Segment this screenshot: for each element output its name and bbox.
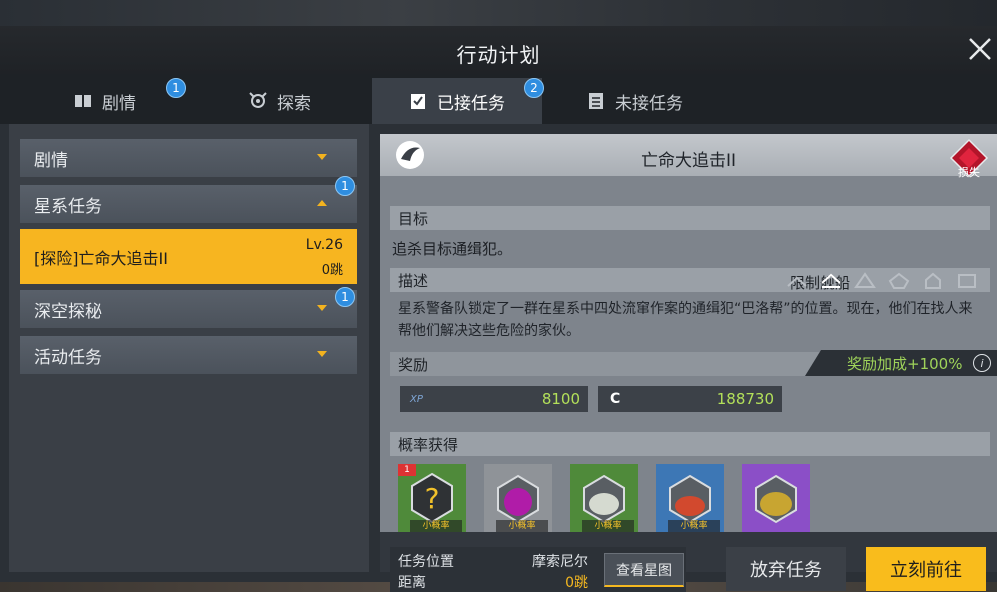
loss-badge: 损失 (949, 138, 989, 182)
quest-level: Lv.26 (305, 237, 343, 253)
quest-jumps: 0跳 (321, 263, 343, 278)
drop-items: ? 1 小概率 小概率 小概率 小概率 (398, 464, 810, 532)
credit-reward: C 188730 (598, 386, 782, 412)
category-story-label: 剧情 (34, 150, 68, 171)
tab-bar: 剧情 1 探索 已接任务 2 未接任务 (0, 74, 997, 124)
drop-item-count: 1 (398, 464, 416, 476)
category-galaxy-label: 星系任务 (34, 196, 102, 217)
ship-class-1-icon (787, 276, 807, 287)
action-plan-window: 行动计划 剧情 1 探索 已接任务 2 未接任务 剧情 星系任务 1 [探险]亡… (0, 26, 997, 592)
reward-bonus-label: 奖励加成+100% (847, 354, 963, 373)
drop-item-tag: 小概率 (668, 520, 720, 532)
tab-unaccepted-label: 未接任务 (615, 93, 683, 114)
tab-story[interactable]: 剧情 (20, 78, 190, 124)
tab-explore-label: 探索 (277, 93, 311, 114)
drop-item-red-ore[interactable]: 小概率 (656, 464, 724, 532)
distance-label: 距离 (398, 575, 426, 591)
category-event-label: 活动任务 (34, 347, 102, 368)
background-strip-top (0, 0, 997, 28)
drops-header-label: 概率获得 (398, 435, 459, 454)
tab-accepted-badge: 2 (524, 78, 544, 98)
tab-accepted[interactable]: 已接任务 (372, 78, 542, 124)
close-button[interactable] (965, 34, 995, 64)
location-box: 任务位置 摩索尼尔 距离 0跳 查看星图 (390, 547, 686, 592)
location-value: 摩索尼尔 (532, 554, 588, 570)
category-deep-space-label: 深空探秘 (34, 301, 102, 322)
window-title: 行动计划 (456, 43, 541, 67)
quest-header: 亡命大追击II 损失 (380, 134, 997, 179)
tab-unaccepted[interactable]: 未接任务 (550, 78, 720, 124)
abandon-quest-button[interactable]: 放弃任务 (726, 547, 846, 591)
ship-class-3-icon (854, 272, 876, 288)
description-header: 描述 限制舰船 (390, 268, 990, 292)
svg-text:?: ? (425, 482, 440, 515)
category-event[interactable]: 活动任务 (20, 336, 357, 374)
quest-category-panel: 剧情 星系任务 1 [探险]亡命大追击II Lv.26 0跳 深空探秘 1 活动… (9, 124, 369, 572)
category-deep-space[interactable]: 深空探秘 (20, 290, 357, 328)
tab-story-label: 剧情 (102, 93, 136, 114)
drop-item-gold-ore[interactable] (742, 464, 810, 532)
category-galaxy-badge: 1 (335, 176, 355, 196)
tab-accepted-label: 已接任务 (437, 93, 505, 114)
xp-icon: XP (410, 393, 423, 405)
loss-label: 损失 (958, 166, 980, 179)
chevron-up-icon (317, 200, 327, 206)
tab-explore[interactable]: 探索 (195, 78, 365, 124)
ship-class-4-icon (888, 272, 910, 289)
distance-value: 0跳 (565, 575, 588, 591)
xp-value: 8100 (541, 390, 580, 408)
quest-title: 亡命大追击II (640, 151, 737, 171)
category-galaxy[interactable]: 星系任务 (20, 185, 357, 223)
goal-header-label: 目标 (398, 209, 429, 228)
category-story[interactable]: 剧情 (20, 139, 357, 177)
quest-name: [探险]亡命大追击II (34, 249, 168, 268)
go-now-button[interactable]: 立刻前往 (866, 547, 986, 591)
ship-class-5-icon (925, 272, 941, 289)
goal-header: 目标 (390, 206, 990, 230)
drops-header: 概率获得 (390, 432, 990, 456)
ship-class-icons (786, 272, 978, 290)
info-icon[interactable]: i (973, 354, 991, 372)
reward-bonus: 奖励加成+100% i (805, 350, 997, 376)
close-icon (969, 38, 991, 60)
description-header-label: 描述 (398, 271, 429, 290)
xp-reward: XP 8100 (400, 386, 588, 412)
ship-class-6-icon (958, 274, 976, 288)
reward-header-label: 奖励 (398, 355, 429, 374)
radar-icon (249, 92, 267, 108)
gold-ore-icon (755, 474, 797, 524)
description-text: 星系警备队锁定了一群在星系中四处流窜作案的通缉犯“巴洛帮”的位置。现在，他们在找… (398, 301, 973, 339)
location-label: 任务位置 (398, 554, 454, 570)
ship-class-2-icon (821, 273, 841, 288)
category-deep-space-badge: 1 (335, 287, 355, 307)
tab-story-badge: 1 (166, 78, 186, 98)
credit-icon: C (610, 391, 621, 407)
chevron-down-icon (317, 154, 327, 160)
book-icon (75, 95, 91, 107)
chevron-down-icon (317, 351, 327, 357)
quest-item-selected[interactable]: [探险]亡命大追击II Lv.26 0跳 (20, 229, 357, 284)
drop-item-tag: 小概率 (582, 520, 634, 532)
drop-item-tag: 小概率 (410, 520, 462, 532)
title-bar: 行动计划 (0, 26, 997, 74)
goal-text: 追杀目标通缉犯。 (392, 240, 513, 258)
drop-item-tag: 小概率 (496, 520, 548, 532)
list-icon (589, 93, 603, 109)
view-star-map-button[interactable]: 查看星图 (604, 553, 684, 587)
clipboard-check-icon (411, 94, 425, 109)
credit-value: 188730 (716, 390, 774, 408)
drop-item-white-ore[interactable]: 小概率 (570, 464, 638, 532)
quest-detail-panel: 亡命大追击II 损失 目标 追杀目标通缉犯。 描述 限制舰船 星系警备队锁定了一… (380, 134, 997, 592)
drop-item-mystery[interactable]: ? 1 小概率 (398, 464, 466, 532)
drop-item-purple-ore[interactable]: 小概率 (484, 464, 552, 532)
chevron-down-icon (317, 305, 327, 311)
